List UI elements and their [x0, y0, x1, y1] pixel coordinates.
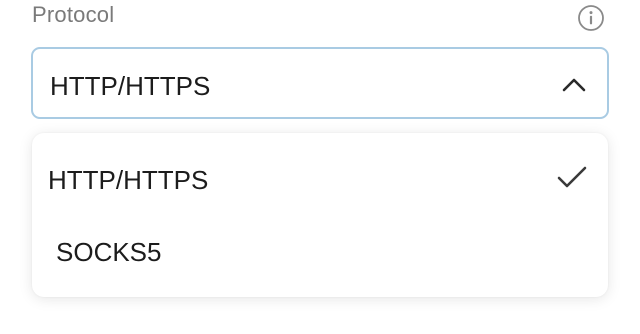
select-value: HTTP/HTTPS — [50, 71, 211, 101]
protocol-field: Protocol HTTP/HTTPS HTTP/HTTPS SOCKS5 — [0, 0, 640, 334]
protocol-dropdown-menu: HTTP/HTTPS SOCKS5 — [32, 133, 608, 297]
info-icon[interactable] — [577, 4, 605, 32]
chevron-up-icon — [562, 78, 586, 92]
option-http-https[interactable]: HTTP/HTTPS — [32, 143, 608, 213]
check-icon — [557, 166, 587, 188]
option-label: SOCKS5 — [56, 237, 162, 267]
option-socks5[interactable]: SOCKS5 — [32, 215, 608, 285]
protocol-select[interactable]: HTTP/HTTPS — [31, 47, 609, 119]
field-label: Protocol — [32, 2, 115, 27]
option-label: HTTP/HTTPS — [48, 165, 209, 195]
